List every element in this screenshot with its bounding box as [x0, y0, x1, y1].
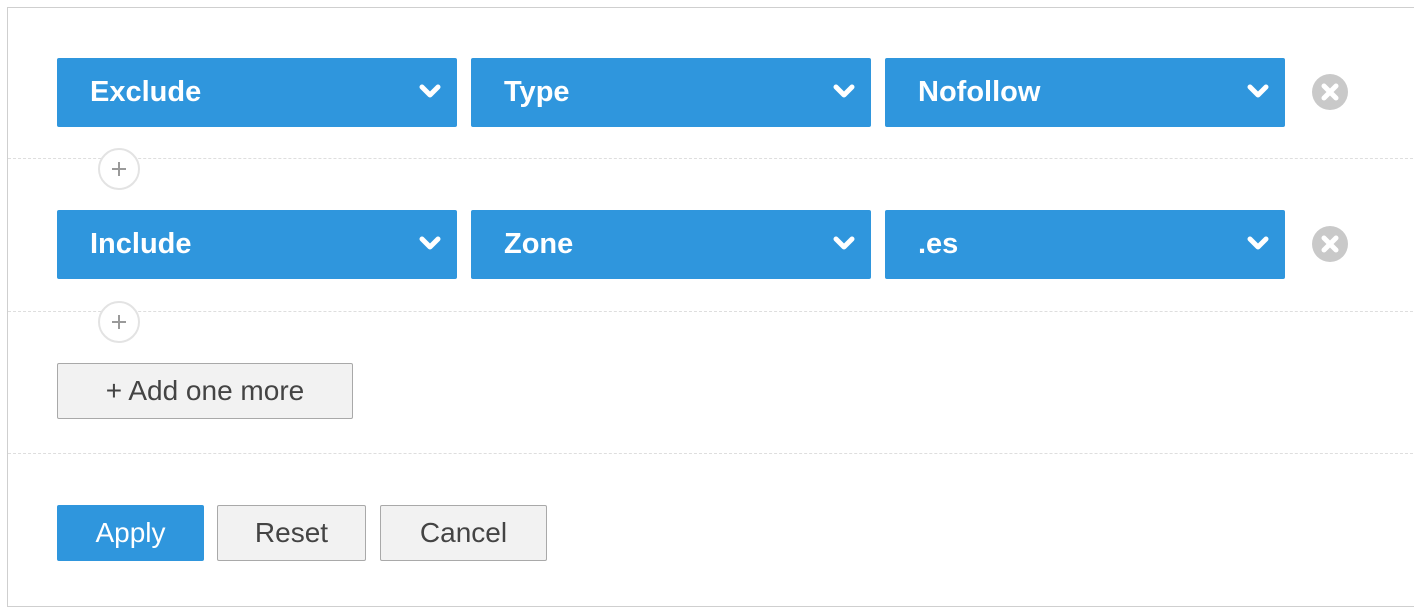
chevron-down-icon	[1247, 84, 1269, 98]
filter-mode-select[interactable]: Include	[57, 210, 457, 279]
insert-row-button[interactable]	[98, 301, 140, 343]
cancel-button[interactable]: Cancel	[380, 505, 547, 561]
plus-icon	[112, 162, 126, 176]
filter-value-select[interactable]: .es	[885, 210, 1285, 279]
filter-field-select[interactable]: Zone	[471, 210, 871, 279]
chevron-down-icon	[833, 236, 855, 250]
divider	[8, 311, 1414, 312]
chevron-down-icon	[1247, 236, 1269, 250]
remove-circle-icon	[1321, 235, 1339, 253]
filter-mode-value: Include	[90, 228, 192, 260]
divider	[8, 453, 1414, 454]
chevron-down-icon	[833, 84, 855, 98]
filter-mode-select[interactable]: Exclude	[57, 58, 457, 127]
filter-value-select[interactable]: Nofollow	[885, 58, 1285, 127]
add-filter-button[interactable]: + Add one more	[57, 363, 353, 419]
plus-icon	[112, 315, 126, 329]
chevron-down-icon	[419, 236, 441, 250]
divider	[8, 158, 1414, 159]
reset-button[interactable]: Reset	[217, 505, 366, 561]
remove-row-button[interactable]	[1312, 226, 1348, 262]
apply-button[interactable]: Apply	[57, 505, 204, 561]
filter-value-value: Nofollow	[918, 76, 1041, 108]
filter-panel: Exclude Type Nofollow Include Zone .es +…	[7, 7, 1414, 607]
filter-value-value: .es	[918, 228, 959, 260]
filter-field-select[interactable]: Type	[471, 58, 871, 127]
insert-row-button[interactable]	[98, 148, 140, 190]
chevron-down-icon	[419, 84, 441, 98]
remove-circle-icon	[1321, 83, 1339, 101]
filter-field-value: Type	[504, 76, 570, 108]
remove-row-button[interactable]	[1312, 74, 1348, 110]
filter-field-value: Zone	[504, 228, 574, 260]
filter-mode-value: Exclude	[90, 76, 202, 108]
